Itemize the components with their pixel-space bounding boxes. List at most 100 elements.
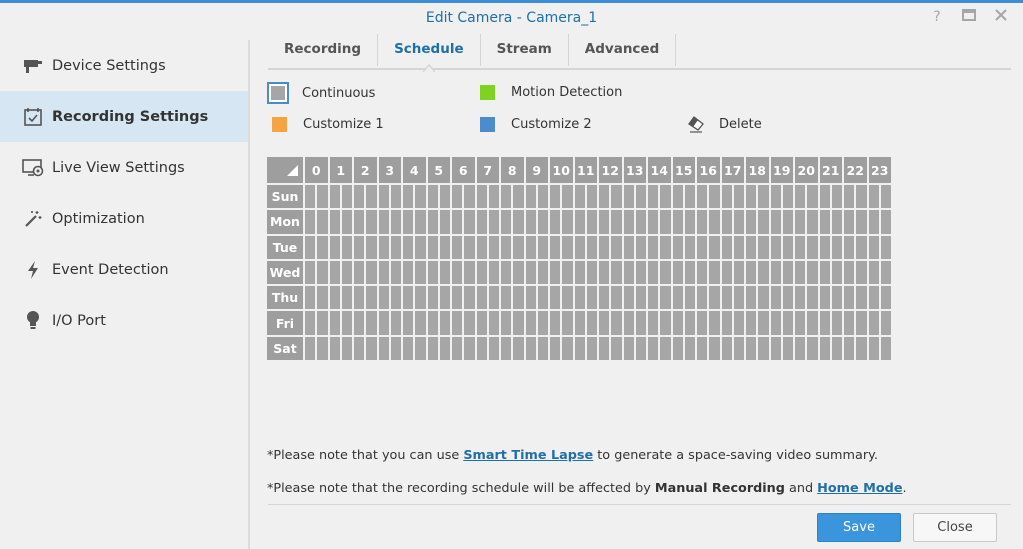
schedule-cell[interactable]	[635, 235, 646, 259]
legend-motion-detection[interactable]: Motion Detection	[480, 85, 622, 100]
schedule-cell[interactable]	[758, 336, 769, 361]
schedule-cell[interactable]	[697, 235, 708, 259]
schedule-cell[interactable]	[733, 235, 744, 259]
schedule-cell[interactable]	[537, 210, 548, 234]
schedule-cell[interactable]	[366, 336, 377, 361]
hour-header[interactable]: 15	[672, 157, 695, 183]
schedule-cell[interactable]	[611, 336, 622, 361]
schedule-cell[interactable]	[415, 336, 426, 361]
schedule-cell[interactable]	[427, 260, 438, 285]
schedule-cell[interactable]	[782, 185, 793, 209]
schedule-cell[interactable]	[390, 235, 401, 259]
schedule-cell[interactable]	[807, 210, 818, 234]
schedule-cell[interactable]	[513, 286, 524, 310]
schedule-cell[interactable]	[464, 336, 475, 361]
schedule-cell[interactable]	[550, 235, 561, 259]
hour-header[interactable]: 9	[525, 157, 548, 183]
schedule-cell[interactable]	[623, 336, 634, 361]
schedule-cell[interactable]	[341, 260, 352, 285]
schedule-cell[interactable]	[856, 185, 867, 209]
schedule-cell[interactable]	[782, 286, 793, 310]
schedule-cell[interactable]	[844, 336, 855, 361]
schedule-cell[interactable]	[709, 286, 720, 310]
schedule-cell[interactable]	[390, 286, 401, 310]
hour-header[interactable]: 12	[599, 157, 622, 183]
schedule-cell[interactable]	[513, 260, 524, 285]
schedule-cell[interactable]	[415, 260, 426, 285]
schedule-cell[interactable]	[819, 336, 830, 361]
schedule-cell[interactable]	[329, 336, 340, 361]
schedule-cell[interactable]	[672, 286, 683, 310]
schedule-cell[interactable]	[317, 185, 328, 209]
close-button[interactable]: Close	[913, 513, 997, 542]
schedule-cell[interactable]	[501, 311, 512, 335]
schedule-cell[interactable]	[354, 235, 365, 259]
schedule-cell[interactable]	[550, 286, 561, 310]
schedule-cell[interactable]	[648, 286, 659, 310]
hour-header[interactable]: 16	[697, 157, 720, 183]
schedule-cell[interactable]	[868, 311, 879, 335]
schedule-cell[interactable]	[366, 260, 377, 285]
schedule-cell[interactable]	[782, 311, 793, 335]
schedule-cell[interactable]	[550, 260, 561, 285]
schedule-cell[interactable]	[488, 235, 499, 259]
schedule-cell[interactable]	[586, 210, 597, 234]
schedule-cell[interactable]	[586, 185, 597, 209]
schedule-cell[interactable]	[819, 311, 830, 335]
schedule-cell[interactable]	[403, 260, 414, 285]
schedule-cell[interactable]	[868, 260, 879, 285]
schedule-cell[interactable]	[439, 336, 450, 361]
schedule-cell[interactable]	[599, 235, 610, 259]
schedule-cell[interactable]	[672, 336, 683, 361]
schedule-cell[interactable]	[672, 260, 683, 285]
close-icon[interactable]	[993, 9, 1009, 25]
schedule-cell[interactable]	[513, 235, 524, 259]
schedule-cell[interactable]	[305, 235, 316, 259]
schedule-cell[interactable]	[403, 235, 414, 259]
schedule-cell[interactable]	[758, 185, 769, 209]
schedule-cell[interactable]	[844, 210, 855, 234]
schedule-cell[interactable]	[795, 210, 806, 234]
schedule-cell[interactable]	[856, 286, 867, 310]
schedule-cell[interactable]	[452, 311, 463, 335]
schedule-cell[interactable]	[525, 336, 536, 361]
schedule-cell[interactable]	[733, 210, 744, 234]
hour-header[interactable]: 8	[501, 157, 524, 183]
schedule-cell[interactable]	[635, 311, 646, 335]
schedule-cell[interactable]	[599, 210, 610, 234]
schedule-cell[interactable]	[354, 185, 365, 209]
schedule-cell[interactable]	[770, 260, 781, 285]
schedule-cell[interactable]	[623, 210, 634, 234]
schedule-cell[interactable]	[537, 311, 548, 335]
schedule-cell[interactable]	[390, 336, 401, 361]
schedule-cell[interactable]	[660, 286, 671, 310]
schedule-cell[interactable]	[697, 286, 708, 310]
schedule-cell[interactable]	[684, 210, 695, 234]
schedule-cell[interactable]	[341, 336, 352, 361]
hour-header[interactable]: 7	[476, 157, 499, 183]
hour-header[interactable]: 17	[721, 157, 744, 183]
schedule-cell[interactable]	[721, 260, 732, 285]
schedule-cell[interactable]	[427, 210, 438, 234]
schedule-cell[interactable]	[317, 286, 328, 310]
legend-delete[interactable]: Delete	[687, 115, 762, 133]
schedule-cell[interactable]	[329, 260, 340, 285]
legend-customize-1[interactable]: Customize 1	[272, 117, 384, 132]
schedule-cell[interactable]	[611, 210, 622, 234]
schedule-cell[interactable]	[525, 235, 536, 259]
schedule-cell[interactable]	[464, 235, 475, 259]
schedule-cell[interactable]	[611, 235, 622, 259]
schedule-cell[interactable]	[795, 336, 806, 361]
schedule-cell[interactable]	[488, 210, 499, 234]
schedule-cell[interactable]	[586, 286, 597, 310]
schedule-cell[interactable]	[341, 210, 352, 234]
sidebar-item-io-port[interactable]: I/O Port	[0, 295, 248, 346]
schedule-cell[interactable]	[452, 286, 463, 310]
schedule-cell[interactable]	[721, 210, 732, 234]
schedule-cell[interactable]	[611, 260, 622, 285]
schedule-cell[interactable]	[807, 311, 818, 335]
hour-header[interactable]: 22	[844, 157, 867, 183]
schedule-cell[interactable]	[880, 260, 891, 285]
tab-stream[interactable]: Stream	[481, 34, 569, 66]
schedule-cell[interactable]	[880, 185, 891, 209]
